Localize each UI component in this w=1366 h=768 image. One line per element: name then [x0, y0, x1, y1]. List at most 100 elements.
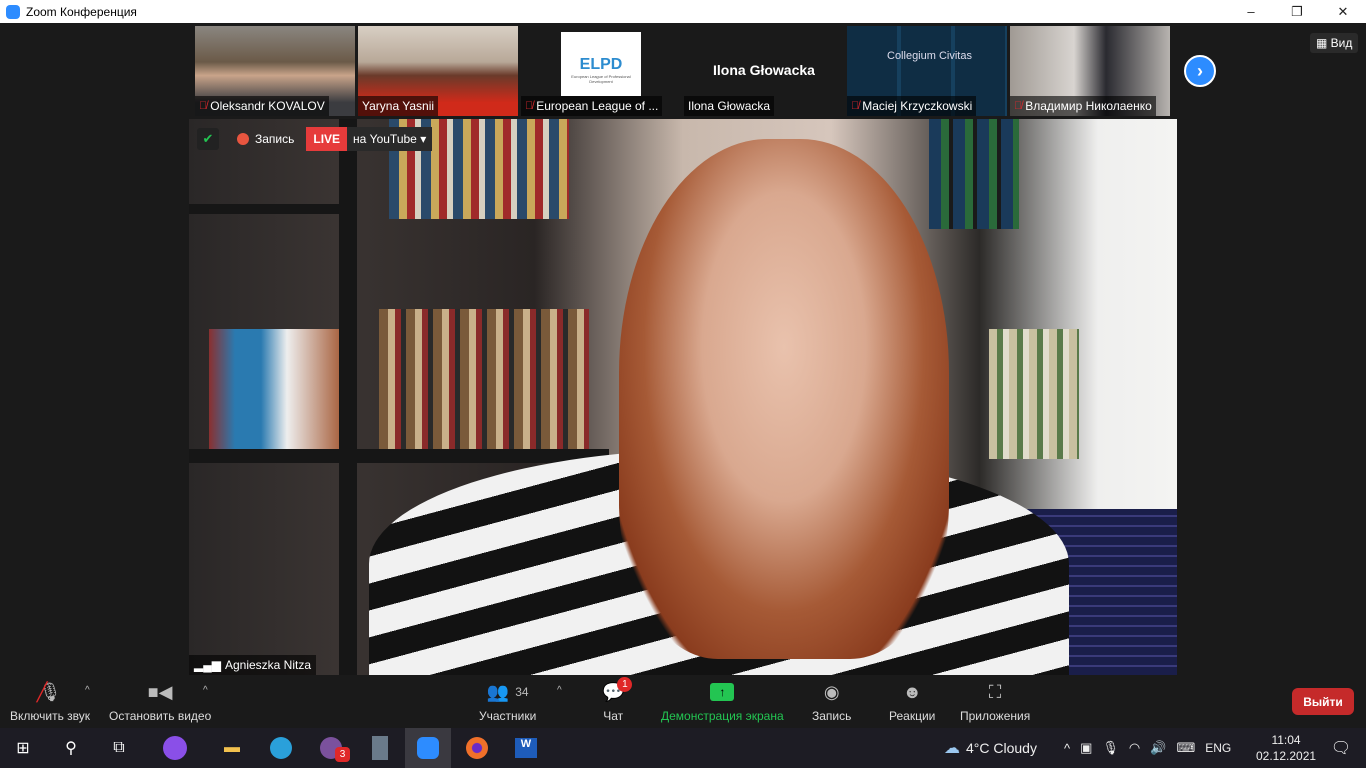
shelf [189, 204, 349, 214]
participant-tile[interactable]: ELPD European League of Professional Deve… [521, 26, 681, 116]
meeting-toolbar: 🎙 ╱ Включить звук ^ ■◀ Остановить видео ^ 👥… [0, 675, 1366, 728]
apps-icon: ⛶ [988, 681, 1002, 702]
wifi-icon[interactable]: ◠ [1129, 740, 1140, 756]
notifications-button[interactable]: 🗨 [1318, 728, 1364, 768]
participants-count: 34 [515, 685, 529, 699]
share-label: Демонстрация экрана [661, 709, 784, 723]
viber-icon: 3 [320, 737, 350, 762]
security-shield-icon[interactable]: ✔ [197, 128, 219, 150]
participant-tile[interactable]: Ilona Głowacka Ilona Głowacka [684, 26, 844, 116]
taskbar-app-viber[interactable]: 3 [308, 728, 354, 768]
taskbar-app-word[interactable]: W [503, 728, 549, 768]
active-speaker-video: ✔ Запись LIVE на YouTube ▾ ▂▄▆ Agnieszka … [189, 119, 1177, 675]
mic-muted-icon: 🎙̸ [199, 100, 208, 112]
participant-name: Oleksandr KOVALOV [210, 99, 325, 113]
telegram-icon [270, 737, 292, 759]
time: 11:04 [1271, 733, 1301, 747]
task-view-icon: ⧉ [113, 739, 125, 756]
recording-label: Запись [255, 132, 295, 146]
start-button[interactable]: ⊞ [0, 728, 46, 768]
video-options-caret[interactable]: ^ [203, 685, 208, 696]
participants-icon: 👥 [486, 681, 510, 702]
leave-button[interactable]: Выйти [1292, 688, 1354, 715]
shelf [339, 119, 357, 675]
meeting-stage: 🎙̸ Oleksandr KOVALOV Yaryna Yasnii ELPD Eu… [0, 23, 1366, 675]
view-button[interactable]: ▦ Вид [1310, 33, 1359, 53]
unmute-button[interactable]: 🎙 ╱ Включить звук [10, 681, 91, 724]
chat-icon: 💬 1 [602, 677, 633, 703]
elpd-logo: ELPD European League of Professional Deve… [561, 32, 641, 96]
chat-badge: 1 [617, 677, 633, 692]
recording-status: ✔ Запись LIVE на YouTube ▾ [197, 127, 433, 151]
search-button[interactable]: ⚲ [48, 728, 94, 768]
clock[interactable]: 11:04 02.12.2021 [1256, 728, 1316, 768]
smiley-icon: ☻ [902, 681, 922, 702]
unmute-label: Включить звук [10, 709, 91, 723]
microphone-icon[interactable]: 🎙 [1102, 740, 1119, 756]
record-label: Запись [812, 709, 852, 723]
window-title: Zoom Конференция [26, 4, 137, 19]
stream-label: на YouTube [353, 132, 417, 146]
taskbar-app-calculator[interactable] [357, 728, 403, 768]
stop-video-button[interactable]: ■◀ Остановить видео [109, 681, 212, 724]
system-tray: ^ ▣ 🎙 ◠ 🔊 ⌨ ENG [1064, 728, 1231, 768]
participant-name: European League of ... [536, 99, 659, 113]
minimize-button[interactable]: – [1228, 0, 1274, 23]
speaker-name-tag: ▂▄▆ Agnieszka Nitza [189, 655, 317, 675]
reactions-button[interactable]: ☻ Реакции [889, 681, 935, 724]
taskbar-app-zoom[interactable] [405, 728, 451, 768]
chat-label: Чат [603, 709, 624, 723]
taskbar-app-explorer[interactable]: ▬ [209, 728, 255, 768]
firefox-icon [466, 737, 488, 759]
audio-options-caret[interactable]: ^ [85, 685, 90, 696]
participant-tile[interactable]: 🎙̸ Владимир Николаенко [1010, 26, 1170, 116]
language-indicator[interactable]: ENG [1205, 741, 1231, 755]
volume-icon[interactable]: 🔊 [1150, 740, 1166, 756]
participants-button[interactable]: 👥 34 Участники [479, 681, 536, 724]
notification-icon: 🗨 [1330, 740, 1352, 757]
participant-name: Владимир Николаенко [1025, 99, 1152, 113]
mic-muted-icon: 🎙̸ [1014, 100, 1023, 112]
mic-muted-icon: 🎙̸ [525, 100, 534, 112]
chat-button[interactable]: 💬 1 Чат [602, 677, 633, 723]
participants-options-caret[interactable]: ^ [557, 685, 562, 696]
share-screen-button[interactable]: ↑ Демонстрация экрана [661, 681, 784, 723]
record-icon: ◉ [823, 681, 840, 702]
video-camera-icon: ■◀ [147, 681, 173, 702]
books [379, 309, 589, 449]
apps-button[interactable]: ⛶ Приложения [960, 681, 1031, 724]
folder-icon: ▬ [224, 739, 240, 756]
weather-widget[interactable]: ☁ 4°C Cloudy [944, 728, 1037, 768]
cloud-icon: ☁ [944, 740, 960, 757]
participant-name: Maciej Krzyczkowski [862, 99, 973, 113]
signal-bars-icon: ▂▄▆ [194, 658, 221, 672]
chevron-up-icon[interactable]: ^ [1064, 741, 1070, 756]
books [989, 329, 1079, 459]
view-label: Вид [1330, 36, 1353, 50]
close-button[interactable]: ✕ [1320, 0, 1366, 23]
taskbar-app-firefox[interactable] [454, 728, 500, 768]
camera-in-use-icon[interactable]: ▣ [1080, 740, 1092, 756]
speaker-face [619, 139, 949, 659]
stop-video-label: Остановить видео [109, 709, 212, 723]
task-view-button[interactable]: ⧉ [96, 728, 142, 768]
participant-display-name: Ilona Głowacka [713, 62, 815, 78]
grid-icon: ▦ [1316, 36, 1331, 50]
keyboard-icon[interactable]: ⌨ [1176, 740, 1195, 756]
next-page-button[interactable]: › [1184, 55, 1216, 87]
record-button[interactable]: ◉ Запись [812, 681, 852, 724]
live-badge: LIVE [306, 127, 348, 151]
maximize-button[interactable]: ❐ [1274, 0, 1320, 23]
participant-tile[interactable]: Yaryna Yasnii [358, 26, 518, 116]
participant-tile[interactable]: 🎙̸ Oleksandr KOVALOV [195, 26, 355, 116]
speaker-name: Agnieszka Nitza [224, 658, 312, 672]
viber-badge: 3 [335, 747, 350, 762]
apps-label: Приложения [960, 709, 1031, 723]
taskbar-app-alice[interactable] [152, 728, 198, 768]
shelf [189, 449, 609, 463]
taskbar-app-telegram[interactable] [258, 728, 304, 768]
participant-tile[interactable]: Collegium Civitas 🎙̸ Maciej Krzyczkowski [847, 26, 1007, 116]
participant-name: Yaryna Yasnii [362, 99, 435, 113]
assistant-icon [163, 736, 187, 760]
livestream-dropdown[interactable]: на YouTube ▾ [347, 127, 433, 151]
